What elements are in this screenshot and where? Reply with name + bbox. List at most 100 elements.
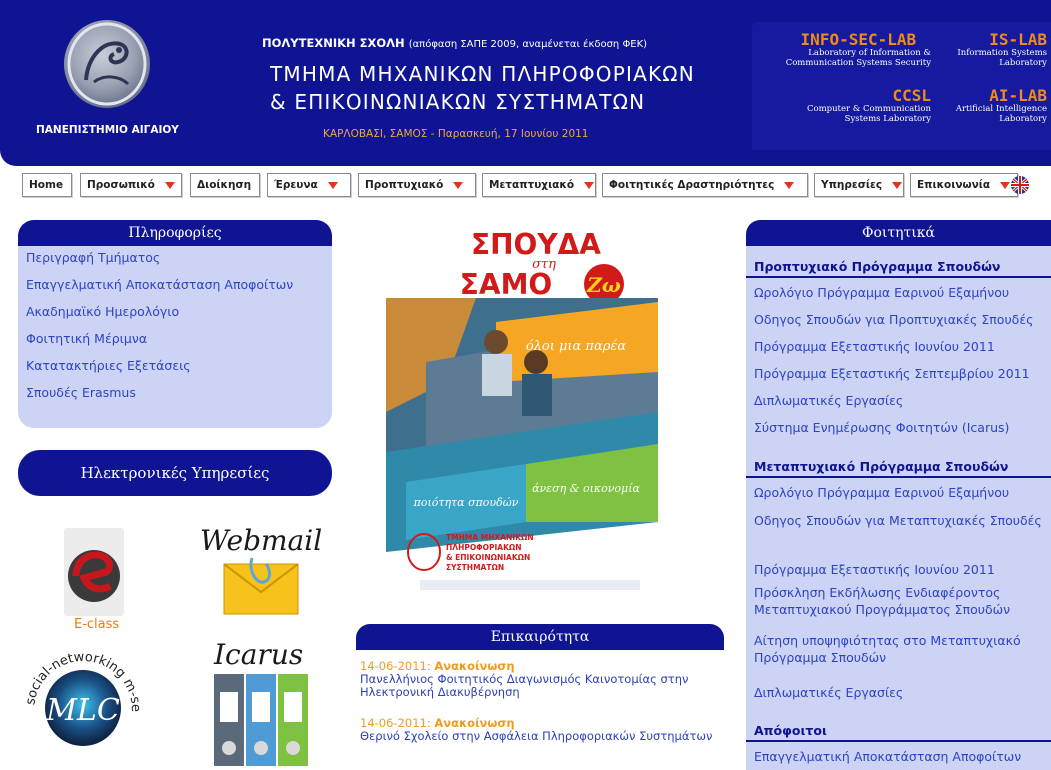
poster-dept-line3: & ΕΠΙΚΟΙΝΩΝΙΑΚΩΝ [446,553,530,562]
dropdown-arrow-icon [327,181,338,189]
ug-link-timetable[interactable]: Ωρολόγιο Πρόγραμμα Εαρινού Εξαμήνου [754,285,1051,300]
poster-banner-3: άνεση & οικονομία [532,482,640,495]
poster-title-line3: ΣΑΜΟ [460,268,552,301]
lab-desc: Laboratory of Information & [808,48,931,58]
location-date: ΚΑΡΛΟΒΑΣΙ, ΣΑΜΟΣ - Παρασκευή, 17 Ιουνίου… [323,128,589,140]
news-kind: Ανακοίνωση [434,716,515,730]
nav-label: Έρευνα [274,179,318,191]
info-link-graduate-employment[interactable]: Επαγγελματική Αποκατάσταση Αποφοίτων [26,277,293,292]
lab-desc: Laboratory [999,114,1047,124]
lab-name: IS-LAB [989,30,1047,49]
webmail-label: Webmail [200,524,323,557]
section-alumni: Απόφοιτοι [746,720,1051,742]
dropdown-arrow-icon [784,181,795,189]
pg-link-theses[interactable]: Διπλωματικές Εργασίες [754,685,1051,700]
info-link-erasmus[interactable]: Σπουδές Erasmus [26,385,136,400]
info-link-placement-exams[interactable]: Κατατακτήριες Εξετάσεις [26,358,191,373]
lab-link-ailab[interactable]: AI-LAB Artificial Intelligence Laborator… [955,86,1047,125]
nav-administration[interactable]: Διοίκηση [190,173,260,197]
info-link-department-description[interactable]: Περιγραφή Τμήματος [26,250,160,265]
poster-dept-line4: ΣΥΣΤΗΜΑΤΩΝ [446,563,504,572]
news-text[interactable]: Πανελλήνιος Φοιτητικός Διαγωνισμός Καινο… [360,673,720,699]
school-title: ΠΟΛΥΤΕΧΝΙΚΗ ΣΧΟΛΗ [262,36,405,50]
department-title: ΤΜΗΜΑ ΜΗΧΑΝΙΚΩΝ ΠΛΗΡΟΦΟΡΙΑΚΩΝ & ΕΠΙΚΟΙΝΩ… [270,60,695,116]
nav-home[interactable]: Home [22,173,72,197]
poster-title-line4: Ζω [586,273,621,297]
nav-contact[interactable]: Επικοινωνία [910,173,1018,197]
lab-name: AI-LAB [989,86,1047,105]
eclass-label: E-class [74,617,120,632]
news-text[interactable]: Θερινό Σχολείο στην Ασφάλεια Πληροφοριακ… [360,730,720,743]
students-panel: Φοιτητικά Προπτυχιακό Πρόγραμμα Σπουδών … [746,220,1051,770]
university-seal-logo[interactable] [64,20,150,108]
university-name: ΠΑΝΕΠΙΣΤΗΜΙΟ ΑΙΓΑΙΟΥ [36,124,179,136]
lab-name: INFO-SEC-LAB [800,30,917,49]
site-header: ΠΑΝΕΠΙΣΤΗΜΙΟ ΑΙΓΑΙΟΥ ΠΟΛΥΤΕΧΝΙΚΗ ΣΧΟΛΗ (… [0,0,1051,166]
ug-link-theses[interactable]: Διπλωματικές Εργασίες [754,393,1051,408]
mlc-link[interactable]: MLC social-networking m-services [14,629,148,770]
nav-label: Προπτυχιακό [365,179,444,191]
main-nav: Home Προσωπικό Διοίκηση Έρευνα Προπτυχια… [22,173,1032,197]
labs-box: INFO-SEC-LAB Laboratory of Information &… [752,22,1051,150]
alumni-link-employment[interactable]: Επαγγελματική Αποκατάσταση Αποφοίτων [754,749,1051,764]
news-item[interactable]: 14-06-2011: Ανακοίνωση Πανελλήνιος Φοιτη… [360,660,720,699]
nav-undergraduate[interactable]: Προπτυχιακό [358,173,476,197]
students-panel-title: Φοιτητικά [746,220,1051,246]
uk-flag-icon[interactable] [1009,174,1031,196]
lab-link-ccsl[interactable]: CCSL Computer & Communication Systems La… [806,86,931,125]
info-panel: Πληροφορίες Περιγραφή Τμήματος Επαγγελμα… [18,220,332,428]
nav-student-activities[interactable]: Φοιτητικές Δραστηριότητες [602,173,808,197]
dropdown-arrow-icon [164,181,175,189]
lab-link-infosec[interactable]: INFO-SEC-LAB Laboratory of Information &… [785,30,931,69]
ug-link-exams-june[interactable]: Πρόγραμμα Εξεταστικής Ιουνίου 2011 [754,339,1051,354]
lab-desc: Information Systems [957,48,1047,58]
pg-link-call-for-interest[interactable]: Πρόσκληση Εκδήλωσης Ενδιαφέροντος Μεταπτ… [754,584,1044,618]
info-panel-title: Πληροφορίες [18,220,332,246]
nav-label: Προσωπικό [87,179,155,191]
mlc-globe-icon: MLC social-networking m-services [14,629,143,746]
school-note: (απόφαση ΣΑΠΕ 2009, αναμένεται έκδοση ΦΕ… [408,39,648,50]
ug-link-icarus[interactable]: Σύστημα Ενημέρωσης Φοιτητών (Icarus) [754,420,1051,435]
dropdown-arrow-icon [892,181,903,189]
dropdown-arrow-icon [584,181,595,189]
section-postgraduate: Μεταπτυχιακό Πρόγραμμα Σπουδών [746,456,1051,478]
nav-postgraduate[interactable]: Μεταπτυχιακό [482,173,596,197]
lab-name: CCSL [892,86,931,105]
pg-link-study-guide[interactable]: Οδηγος Σπουδών για Μεταπτυχιακές Σπουδές [754,512,1044,529]
nav-label: Φοιτητικές Δραστηριότητες [609,179,775,191]
department-title-line1: ΤΜΗΜΑ ΜΗΧΑΝΙΚΩΝ ΠΛΗΡΟΦΟΡΙΑΚΩΝ [270,62,695,86]
eclass-link[interactable] [62,528,126,628]
ug-link-study-guide[interactable]: Οδηγος Σπουδών για Προπτυχιακές Σπουδές [754,312,1051,327]
news-item[interactable]: 14-06-2011: Ανακοίνωση Θερινό Σχολείο στ… [360,717,720,743]
pg-link-exams-june[interactable]: Πρόγραμμα Εξεταστικής Ιουνίου 2011 [754,562,1051,577]
eservices-title: Ηλεκτρονικές Υπηρεσίες [18,450,332,496]
lab-desc: Systems Laboratory [844,114,931,124]
news-date: 14-06-2011: [360,659,431,673]
section-undergraduate: Προπτυχιακό Πρόγραμμα Σπουδών [746,256,1051,278]
lab-desc: Communication Systems Security [785,58,931,68]
poster-banner-2: ποιότητα σπουδών [413,496,519,509]
news-title: Επικαιρότητα [356,624,724,650]
poster-dept-line1: ΤΜΗΜΑ ΜΗΧΑΝΙΚΩΝ [446,533,534,542]
lab-link-islab[interactable]: IS-LAB Information Systems Laboratory [957,30,1047,69]
info-link-student-welfare[interactable]: Φοιτητική Μέριμνα [26,331,147,346]
news-kind: Ανακοίνωση [434,659,515,673]
news-date: 14-06-2011: [360,716,431,730]
lab-desc: Computer & Communication [806,104,931,114]
pg-link-timetable[interactable]: Ωρολόγιο Πρόγραμμα Εαρινού Εξαμήνου [754,485,1051,500]
nav-services[interactable]: Υπηρεσίες [814,173,904,197]
ug-link-exams-september[interactable]: Πρόγραμμα Εξεταστικής Σεπτεμβρίου 2011 [754,366,1051,381]
info-link-academic-calendar[interactable]: Ακαδημαϊκό Ημερολόγιο [26,304,179,319]
study-in-samos-poster[interactable]: ΣΠΟΥΔΑ στη ΣΑΜΟ Ζω όλοι μια παρέα ποιότη… [386,222,658,598]
dropdown-arrow-icon [453,181,464,189]
nav-label: Επικοινωνία [917,179,991,191]
lab-desc: Artificial Intelligence [955,104,1047,114]
eclass-logo-icon [64,528,124,616]
lab-desc: Laboratory [999,58,1047,68]
nav-research[interactable]: Έρευνα [267,173,351,197]
nav-label: Διοίκηση [197,179,252,191]
pg-link-application[interactable]: Αίτηση υποψηφιότητας στο Μεταπτυχιακό Πρ… [754,632,1044,666]
poster-dept-line2: ΠΛΗΡΟΦΟΡΙΑΚΩΝ [446,543,522,552]
nav-staff[interactable]: Προσωπικό [80,173,182,197]
school-name: ΠΟΛΥΤΕΧΝΙΚΗ ΣΧΟΛΗ (απόφαση ΣΑΠΕ 2009, αν… [262,36,647,50]
